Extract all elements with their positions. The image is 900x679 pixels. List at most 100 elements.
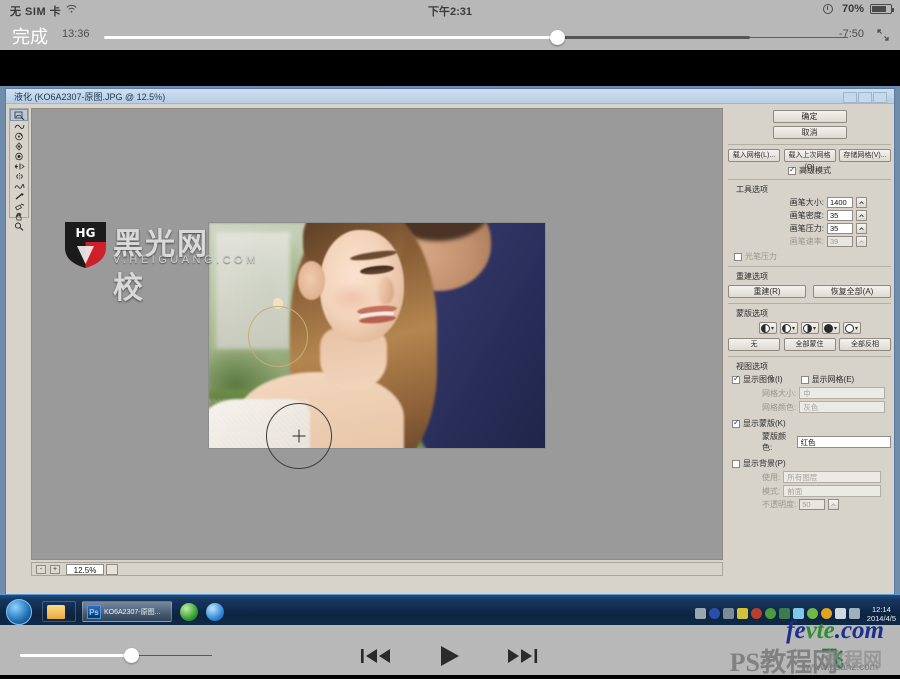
brush-crosshair-v xyxy=(298,429,300,443)
brush-density-input[interactable]: 35 xyxy=(827,210,853,221)
thaw-mask-tool[interactable] xyxy=(10,201,28,211)
previous-track-button[interactable] xyxy=(360,643,394,669)
show-mesh-checkbox[interactable] xyxy=(800,375,809,384)
zoom-dropdown-button[interactable] xyxy=(106,564,118,575)
tray-icon-1[interactable] xyxy=(694,608,706,619)
load-mesh-button[interactable]: 载入网格(L)... xyxy=(728,149,780,162)
show-image-checkbox[interactable] xyxy=(732,374,740,384)
mask-subtract-from-selection-icon[interactable]: ▾ xyxy=(800,322,819,334)
brush-pressure-input[interactable]: 35 xyxy=(827,223,853,234)
forward-warp-tool[interactable] xyxy=(10,109,28,121)
liquify-canvas[interactable]: HG 黑光网校 V.HEIGUANG.COM xyxy=(31,108,723,560)
brush-density-row[interactable]: 画笔密度: 35 xyxy=(728,210,891,221)
mask-invert-selection-icon[interactable]: ▾ xyxy=(842,322,861,334)
scrubber-slider[interactable] xyxy=(104,30,848,45)
tray-icon-4[interactable] xyxy=(736,608,748,619)
photo-bride-nose xyxy=(377,277,394,304)
volume-knob[interactable] xyxy=(124,648,139,663)
view-options-title: 视图选项 xyxy=(736,362,768,371)
show-mesh-row[interactable]: 显示网格(E) xyxy=(800,374,854,385)
mesh-size-select: 中 xyxy=(799,387,886,399)
mesh-size-row: 网格大小: 中 xyxy=(728,387,891,399)
mask-none-button[interactable]: 无 xyxy=(728,338,780,351)
start-orb[interactable] xyxy=(6,599,32,625)
bloat-tool[interactable] xyxy=(10,151,28,161)
expand-icon[interactable] xyxy=(876,28,890,42)
twirl-clockwise-tool[interactable] xyxy=(10,131,28,141)
divider-2 xyxy=(728,179,891,180)
brush-size-stepper[interactable] xyxy=(856,197,867,208)
backdrop-use-row: 使用: 所有图层 xyxy=(728,471,891,483)
turbulence-tool[interactable] xyxy=(10,181,28,191)
advanced-mode-row[interactable]: 高级模式 xyxy=(728,165,891,176)
browser-icon[interactable] xyxy=(180,603,198,621)
tray-icon-5[interactable] xyxy=(750,608,762,619)
push-left-tool[interactable] xyxy=(10,161,28,171)
zoom-in-button[interactable]: + xyxy=(50,565,60,574)
advanced-mode-checkbox[interactable] xyxy=(788,165,796,175)
mask-invert-all-button[interactable]: 全部反相 xyxy=(839,338,891,351)
zoom-level-value[interactable]: 12.5% xyxy=(66,564,104,575)
close-button[interactable] xyxy=(873,92,887,103)
pen-pressure-checkbox[interactable] xyxy=(734,252,742,261)
scrubber-knob[interactable] xyxy=(550,30,565,45)
brush-pressure-row[interactable]: 画笔压力: 35 xyxy=(728,223,891,234)
brush-rate-row: 画笔速率: 39 xyxy=(728,236,891,247)
divider-4 xyxy=(728,303,891,304)
tray-icon-6[interactable] xyxy=(764,608,776,619)
restore-all-button[interactable]: 恢复全部(A) xyxy=(813,285,891,298)
hand-tool[interactable] xyxy=(10,211,28,221)
brush-size-row[interactable]: 画笔大小: 1400 xyxy=(728,197,891,208)
backdrop-opacity-row: 不透明度: 50 xyxy=(728,499,891,510)
dialog-title-bar[interactable]: 液化 (KO6A2307-原图.JPG @ 12.5%) xyxy=(6,89,894,104)
mask-all-button[interactable]: 全部蒙住 xyxy=(783,338,836,351)
mask-replace-selection-icon[interactable]: ▾ xyxy=(758,322,777,334)
mask-add-to-selection-icon[interactable]: ▾ xyxy=(779,322,798,334)
brush-size-input[interactable]: 1400 xyxy=(827,197,853,208)
load-last-mesh-button[interactable]: 载入上次网格(O) xyxy=(783,149,836,171)
ok-button[interactable]: 确定 xyxy=(772,110,847,123)
mask-mode-buttons[interactable]: ▾ ▾ ▾ ▾ ▾ xyxy=(728,322,891,334)
brush-rate-stepper xyxy=(856,236,867,247)
pucker-tool[interactable] xyxy=(10,141,28,151)
tray-icon-3[interactable] xyxy=(722,608,734,619)
tray-icon-2[interactable] xyxy=(708,608,720,619)
freeze-mask-tool[interactable] xyxy=(10,191,28,201)
save-mesh-button[interactable]: 存储网格(V)... xyxy=(839,149,891,162)
mirror-tool[interactable] xyxy=(10,171,28,181)
show-backdrop-label: 显示背景(P) xyxy=(743,459,786,468)
minimize-button[interactable] xyxy=(843,92,857,103)
zoom-tool[interactable] xyxy=(10,221,28,231)
backdrop-mode-label: 模式: xyxy=(762,486,781,496)
maximize-button[interactable] xyxy=(858,92,872,103)
brush-density-label: 画笔密度: xyxy=(789,211,824,220)
window-buttons[interactable] xyxy=(842,90,892,103)
reconstruct-button[interactable]: 重建(R) xyxy=(728,285,806,298)
photoshop-task[interactable]: Ps KO6A2307-原图... xyxy=(82,601,172,622)
show-mask-checkbox[interactable] xyxy=(732,418,740,428)
zoom-out-button[interactable]: - xyxy=(36,565,46,574)
reconstruct-tool[interactable] xyxy=(10,121,28,131)
svg-text:HG: HG xyxy=(76,226,96,240)
liquify-toolbar[interactable] xyxy=(9,108,29,231)
brush-pressure-stepper[interactable] xyxy=(856,223,867,234)
show-backdrop-row[interactable]: 显示背景(P) xyxy=(732,458,891,469)
show-image-row[interactable]: 显示图像(I) xyxy=(732,374,783,385)
cancel-button[interactable]: 取消 xyxy=(772,126,847,139)
mask-options-title: 蒙版选项 xyxy=(736,309,768,318)
brush-density-stepper[interactable] xyxy=(856,210,867,221)
explorer-task[interactable] xyxy=(42,601,76,622)
show-mask-row[interactable]: 显示蒙版(K) xyxy=(732,418,891,429)
play-button[interactable] xyxy=(438,643,462,669)
done-button[interactable]: 完成 xyxy=(12,23,48,49)
mask-color-select[interactable]: 红色 xyxy=(796,436,891,448)
mask-intersect-with-selection-icon[interactable]: ▾ xyxy=(821,322,840,334)
next-track-button[interactable] xyxy=(506,643,540,669)
show-backdrop-checkbox[interactable] xyxy=(732,459,740,468)
show-image-label: 显示图像(I) xyxy=(743,375,783,384)
globe-icon[interactable] xyxy=(206,603,224,621)
pen-pressure-row[interactable]: 光笔压力 xyxy=(734,251,891,262)
mask-color-row[interactable]: 蒙版颜色: 红色 xyxy=(728,431,891,453)
psahz-url-watermark: www.psahz.com xyxy=(805,662,878,673)
volume-slider[interactable] xyxy=(20,648,212,663)
